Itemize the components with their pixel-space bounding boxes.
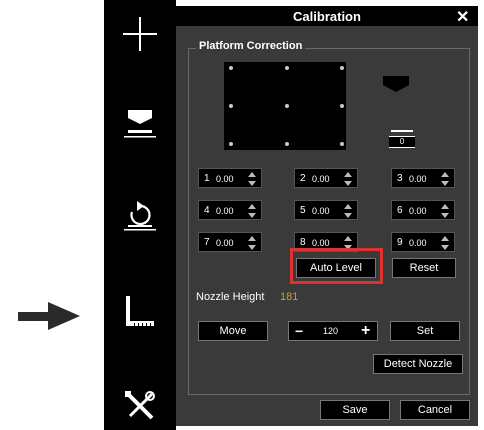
point-value: 0.00 xyxy=(216,206,234,216)
minus-button[interactable]: − xyxy=(295,323,303,339)
point-number: 2 xyxy=(300,173,306,184)
set-button[interactable]: Set xyxy=(390,321,460,341)
grid-point xyxy=(340,104,344,108)
point-value: 0.00 xyxy=(312,206,330,216)
spin-arrows-icon[interactable] xyxy=(247,171,257,187)
spin-arrows-icon[interactable] xyxy=(440,235,450,251)
point-number: 1 xyxy=(204,173,210,184)
nozzle-height-value: 181 xyxy=(280,291,299,303)
point-number: 4 xyxy=(204,205,210,216)
nozzle-height-label: Nozzle Height xyxy=(196,291,265,303)
spin-arrows-icon[interactable] xyxy=(247,235,257,251)
point-1-spinbox[interactable]: 1 0.00 xyxy=(198,168,262,188)
rotate-icon[interactable] xyxy=(104,196,176,236)
arrow-right-icon xyxy=(18,296,82,336)
detect-nozzle-button[interactable]: Detect Nozzle xyxy=(373,354,463,374)
move-distance-stepper: − 120 + xyxy=(288,321,378,341)
group-title: Platform Correction xyxy=(196,40,306,52)
point-number: 7 xyxy=(204,237,210,248)
save-button[interactable]: Save xyxy=(320,400,390,420)
point-number: 9 xyxy=(397,237,403,248)
point-value: 0.00 xyxy=(409,238,427,248)
plus-icon[interactable] xyxy=(104,14,176,54)
grid-point xyxy=(340,142,344,146)
grid-point xyxy=(285,66,289,70)
highlight-box xyxy=(290,248,383,284)
spin-arrows-icon[interactable] xyxy=(440,171,450,187)
platform-line xyxy=(391,130,413,132)
close-icon[interactable]: ✕ xyxy=(456,7,469,27)
nozzle-icon xyxy=(383,76,409,99)
point-number: 5 xyxy=(300,205,306,216)
spin-arrows-icon[interactable] xyxy=(343,171,353,187)
spin-arrows-icon[interactable] xyxy=(343,203,353,219)
point-value: 0.00 xyxy=(216,238,234,248)
point-number: 6 xyxy=(397,205,403,216)
grid-point xyxy=(229,66,233,70)
point-6-spinbox[interactable]: 6 0.00 xyxy=(391,200,455,220)
point-2-spinbox[interactable]: 2 0.00 xyxy=(294,168,358,188)
point-9-spinbox[interactable]: 9 0.00 xyxy=(391,232,455,252)
spin-arrows-icon[interactable] xyxy=(440,203,450,219)
point-5-spinbox[interactable]: 5 0.00 xyxy=(294,200,358,220)
grid-point xyxy=(229,142,233,146)
point-3-spinbox[interactable]: 3 0.00 xyxy=(391,168,455,188)
point-value: 0.00 xyxy=(409,206,427,216)
dialog-title: Calibration xyxy=(293,9,361,24)
point-number: 8 xyxy=(300,237,306,248)
point-value: 0.00 xyxy=(216,174,234,184)
point-7-spinbox[interactable]: 7 0.00 xyxy=(198,232,262,252)
calibration-dialog: Calibration ✕ Platform Correction 0 1 0.… xyxy=(176,6,478,426)
dialog-titlebar: Calibration ✕ xyxy=(176,6,478,26)
cancel-button[interactable]: Cancel xyxy=(400,400,470,420)
tools-icon[interactable] xyxy=(104,386,176,426)
point-value: 0.00 xyxy=(409,174,427,184)
point-4-spinbox[interactable]: 4 0.00 xyxy=(198,200,262,220)
reset-button[interactable]: Reset xyxy=(392,258,456,278)
plus-button[interactable]: + xyxy=(361,322,370,340)
grid-point xyxy=(285,104,289,108)
point-number: 3 xyxy=(397,173,403,184)
point-value: 0.00 xyxy=(312,174,330,184)
point-value: 0.00 xyxy=(312,238,330,248)
grid-point xyxy=(229,104,233,108)
spin-arrows-icon[interactable] xyxy=(247,203,257,219)
grid-point xyxy=(285,142,289,146)
side-toolbar xyxy=(104,0,176,430)
grid-point xyxy=(340,66,344,70)
leveling-grid xyxy=(224,62,346,150)
platform-nozzle-icon[interactable] xyxy=(104,104,176,144)
step-value: 120 xyxy=(323,326,339,336)
platform-offset-value: 0 xyxy=(389,136,415,148)
ruler-icon[interactable] xyxy=(104,292,176,332)
move-button[interactable]: Move xyxy=(198,321,268,341)
